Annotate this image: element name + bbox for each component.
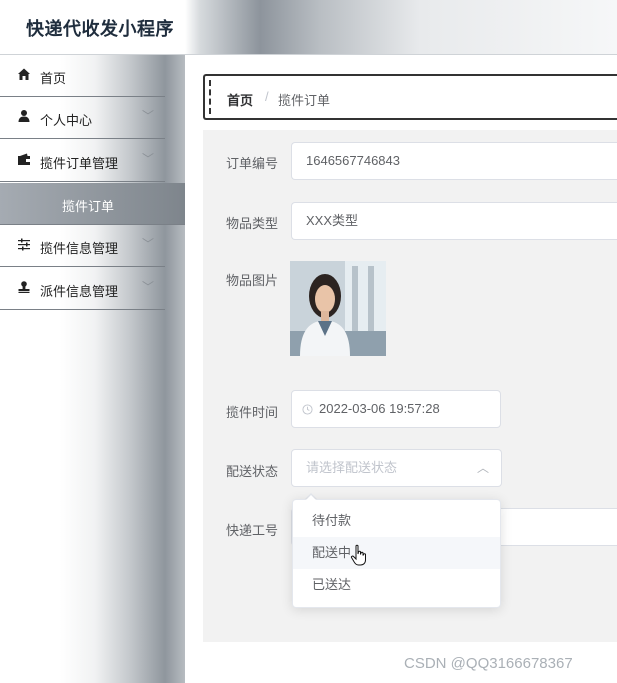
chevron-down-icon: ﹀ [142,237,155,251]
delivery-status-label: 配送状态 [226,464,279,479]
chevron-down-icon: ﹀ [142,280,155,294]
sidebar-item-label: 揽件信息管理 [40,241,119,256]
delivery-status-select[interactable]: 请选择配送状态 ︿ [291,449,502,487]
courier-no-label: 快递工号 [226,523,279,538]
pickup-time-label: 揽件时间 [226,405,279,420]
chevron-down-icon: ﹀ [142,109,155,123]
top-header: 快递代收发小程序 [0,0,617,55]
clock-icon [302,404,313,415]
sidebar-item-label: 首页 [40,71,67,86]
order-no-label: 订单编号 [226,156,279,171]
dropdown-arrow-fill [306,495,316,500]
home-icon [18,68,30,80]
sidebar-item-personal-center[interactable]: 个人中心 ﹀ [0,97,165,139]
sidebar-item-delivery-info-mgmt[interactable]: 派件信息管理 ﹀ [0,268,165,310]
user-icon [18,110,30,122]
pickup-time-field[interactable]: 2022-03-06 19:57:28 [291,390,501,428]
sidebar-item-pickup-info-mgmt[interactable]: 揽件信息管理 ﹀ [0,225,165,267]
option-in-delivery[interactable]: 配送中 [293,537,500,569]
breadcrumb-separator: / [265,89,269,104]
breadcrumb-inner [209,80,617,114]
item-type-label: 物品类型 [226,216,279,231]
sidebar-item-label: 揽件订单管理 [40,156,119,171]
breadcrumb-home[interactable]: 首页 [227,90,253,109]
sidebar-item-label: 个人中心 [40,113,93,128]
option-delivered[interactable]: 已送达 [293,569,500,601]
chevron-down-icon: ﹀ [142,152,155,166]
watermark: CSDN @QQ3166678367 [404,655,573,672]
sidebar-item-pickup-order-mgmt[interactable]: 揽件订单管理 ﹀ [0,140,165,182]
sliders-icon [18,238,30,251]
sidebar-item-label: 派件信息管理 [40,284,119,299]
item-type-field[interactable]: XXX类型 [291,202,617,240]
stamp-icon [18,281,30,293]
sidebar-subitem-label: 揽件订单 [62,199,115,214]
chevron-up-icon: ︿ [476,461,489,475]
breadcrumb-current: 揽件订单 [278,93,331,108]
delivery-status-placeholder: 请选择配送状态 [306,460,398,475]
wallet-icon [18,153,30,165]
hand-cursor-icon [350,544,366,566]
sidebar-item-home[interactable]: 首页 [0,55,165,97]
app-title: 快递代收发小程序 [26,19,174,39]
order-no-field[interactable]: 1646567746843 [291,142,617,180]
breadcrumb: 首页 / 揽件订单 [203,74,617,120]
pickup-time-value: 2022-03-06 19:57:28 [319,401,440,416]
sidebar-subitem-pickup-order[interactable]: 揽件订单 [0,183,185,225]
item-image-label: 物品图片 [226,273,279,288]
item-photo [290,261,386,356]
option-pending-payment[interactable]: 待付款 [293,505,500,537]
delivery-status-dropdown: 待付款 配送中 已送达 [292,499,501,608]
